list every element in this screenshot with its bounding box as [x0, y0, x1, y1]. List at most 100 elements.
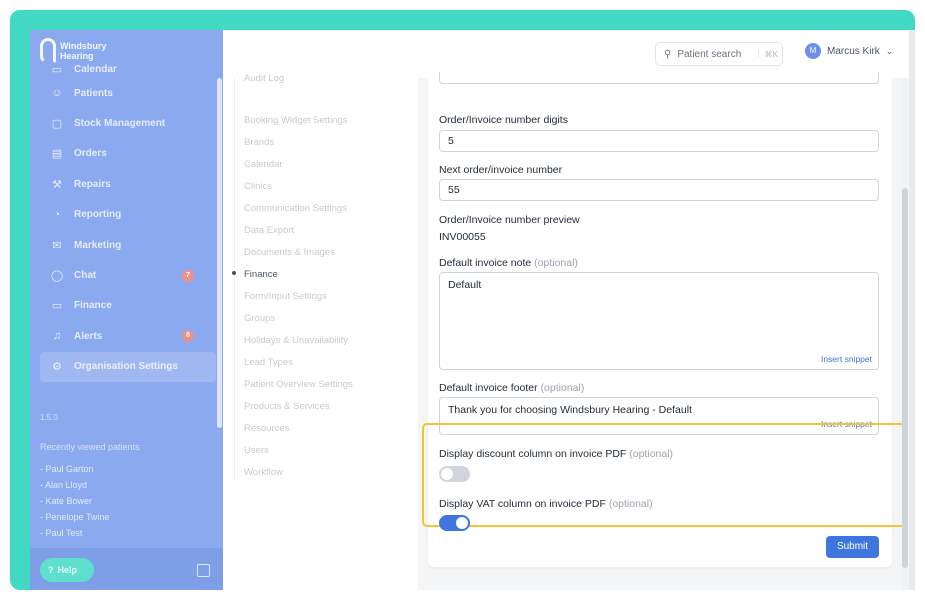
settings-nav-form-input-settings[interactable]: Form/Input Settings — [244, 291, 327, 302]
active-indicator-icon — [232, 271, 236, 275]
recent-patients-list: - Paul Garton - Alan Lloyd - Kate Bower … — [40, 461, 109, 541]
top-bar: ⚲ Patient search ⌘K M Marcus Kirk ⌄ — [223, 30, 915, 78]
settings-nav-finance[interactable]: Finance — [244, 269, 278, 280]
recent-patient-link[interactable]: - Alan Lloyd — [40, 477, 109, 493]
user-icon: ☺ — [51, 87, 63, 100]
gear-icon: ⚙ — [52, 361, 62, 374]
next-invoice-number-input[interactable]: 55 — [439, 179, 879, 201]
help-button[interactable]: ? Help — [40, 558, 94, 582]
clipboard-icon: ▢ — [51, 118, 63, 131]
sidebar-item-orders[interactable]: ▤ Orders — [40, 139, 216, 169]
sidebar-item-finance[interactable]: ▭ Finance — [40, 291, 216, 321]
patient-search-button[interactable]: ⚲ Patient search ⌘K — [655, 42, 783, 66]
settings-nav-data-export[interactable]: Data Export — [244, 225, 294, 236]
main-scrollbar[interactable] — [902, 188, 908, 568]
submit-button[interactable]: Submit — [826, 536, 879, 558]
bell-icon: ♫ — [52, 330, 62, 343]
sidebar-item-calendar[interactable]: ▭ Calendar — [40, 60, 216, 78]
invoice-note-textarea[interactable]: Default Insert snippet — [439, 272, 879, 370]
chart-icon: ◔ — [53, 208, 61, 221]
invoice-number-preview: INV00055 — [439, 231, 486, 243]
settings-nav-resources[interactable]: Resources — [244, 423, 289, 434]
sidebar-scrollbar[interactable] — [217, 78, 222, 428]
sidebar-item-label: Orders — [74, 148, 107, 160]
window-edge — [909, 30, 915, 590]
recent-patient-link[interactable]: - Paul Garton — [40, 461, 109, 477]
sidebar-item-marketing[interactable]: ✉ Marketing — [40, 230, 216, 260]
sidebar-item-label: Organisation Settings — [74, 361, 178, 373]
finance-settings-form: Order/Invoice number digits 5 Next order… — [422, 72, 906, 567]
toggle-knob — [456, 517, 468, 529]
discount-column-label: Display discount column on invoice PDF (… — [439, 448, 674, 460]
highlight-box — [422, 423, 906, 527]
settings-nav-patient-overview-settings[interactable]: Patient Overview Settings — [244, 379, 353, 390]
sidebar-item-patients[interactable]: ☺ Patients — [40, 78, 216, 108]
invoice-digits-input[interactable]: 5 — [439, 130, 879, 152]
settings-nav-groups[interactable]: Groups — [244, 313, 275, 324]
recent-patient-link[interactable]: - Kate Bower — [40, 493, 109, 509]
sidebar-item-label: Marketing — [74, 239, 122, 251]
collapse-sidebar-icon[interactable] — [197, 564, 210, 577]
sidebar-item-label: Calendar — [74, 63, 117, 75]
chevron-down-icon: ⌄ — [885, 45, 894, 56]
user-name: Marcus Kirk — [827, 45, 880, 57]
app-version: 1.5.0 — [40, 413, 58, 422]
settings-nav-booking-widget-settings[interactable]: Booking Widget Settings — [244, 115, 348, 126]
sidebar-item-repairs[interactable]: ⚒ Repairs — [40, 169, 216, 199]
settings-nav-line — [234, 78, 235, 480]
optional-tag: (optional) — [540, 382, 585, 394]
help-icon: ? — [48, 565, 54, 575]
settings-nav-audit-log[interactable]: Audit Log — [244, 73, 284, 84]
invoice-footer-text: Thank you for choosing Windsbury Hearing… — [448, 404, 692, 416]
previous-field-input[interactable] — [439, 72, 879, 84]
sidebar-item-label: Reporting — [74, 209, 122, 221]
sidebar-item-label: Chat — [74, 270, 97, 282]
user-menu[interactable]: M Marcus Kirk ⌄ — [805, 43, 893, 59]
sidebar-item-alerts[interactable]: ♫ Alerts 8 — [40, 321, 216, 351]
sidebar-item-organisation-settings[interactable]: ⚙ Organisation Settings — [40, 351, 216, 382]
sidebar-item-chat[interactable]: ◯ Chat 7 — [40, 260, 216, 290]
recent-patients-title: Recently viewed patients — [40, 442, 140, 452]
sidebar-item-stock-management[interactable]: ▢ Stock Management — [40, 108, 216, 138]
insert-snippet-link[interactable]: Insert snippet — [821, 354, 872, 364]
next-number-label: Next order/invoice number — [439, 164, 563, 176]
recent-patient-link[interactable]: - Paul Test — [40, 525, 109, 541]
alerts-badge: 8 — [182, 330, 194, 343]
digits-label: Order/Invoice number digits — [439, 114, 568, 126]
help-label: Help — [57, 565, 78, 575]
sidebar-item-label: Stock Management — [74, 118, 166, 130]
settings-nav-workflow[interactable]: Workflow — [244, 467, 283, 478]
sidebar-item-reporting[interactable]: ◔ Reporting — [40, 200, 216, 230]
optional-tag: (optional) — [629, 448, 674, 460]
chat-icon: ◯ — [50, 270, 64, 283]
search-shortcut: ⌘K — [757, 49, 778, 59]
settings-nav-products-services[interactable]: Products & Services — [244, 401, 330, 412]
settings-nav-communication-settings[interactable]: Communication Settings — [244, 203, 347, 214]
settings-nav-documents-images[interactable]: Documents & Images — [244, 247, 335, 258]
card-icon: ▭ — [51, 300, 63, 313]
discount-column-toggle[interactable] — [439, 466, 470, 482]
settings-nav-calendar[interactable]: Calendar — [244, 159, 283, 170]
sidebar: Windsbury Hearing ▭ Calendar ☺ Patients … — [30, 30, 223, 590]
toggle-knob — [441, 468, 453, 480]
optional-tag: (optional) — [534, 257, 578, 269]
sidebar-item-label: Alerts — [74, 330, 103, 342]
recent-patient-link[interactable]: - Penelope Twine — [40, 509, 109, 525]
app-screen: Windsbury Hearing ▭ Calendar ☺ Patients … — [30, 30, 915, 590]
settings-nav-lead-types[interactable]: Lead Types — [244, 357, 293, 368]
chat-badge: 7 — [182, 269, 194, 282]
settings-nav-brands[interactable]: Brands — [244, 137, 274, 148]
invoice-footer-label: Default invoice footer (optional) — [439, 382, 585, 394]
preview-label: Order/Invoice number preview — [439, 214, 580, 226]
sidebar-nav: ▭ Calendar ☺ Patients ▢ Stock Management… — [40, 64, 216, 382]
settings-nav-holidays[interactable]: Holidays & Unavailability — [244, 335, 348, 346]
vat-column-toggle[interactable] — [439, 515, 470, 531]
settings-nav-clinics[interactable]: Clinics — [244, 181, 272, 192]
search-icon: ⚲ — [664, 48, 672, 60]
invoice-note-text: Default — [448, 279, 482, 291]
avatar: M — [805, 43, 821, 59]
settings-nav-users[interactable]: Users — [244, 445, 269, 456]
app-frame: Windsbury Hearing ▭ Calendar ☺ Patients … — [10, 10, 915, 590]
mail-icon: ✉ — [52, 239, 62, 252]
orders-icon: ▤ — [51, 148, 63, 161]
